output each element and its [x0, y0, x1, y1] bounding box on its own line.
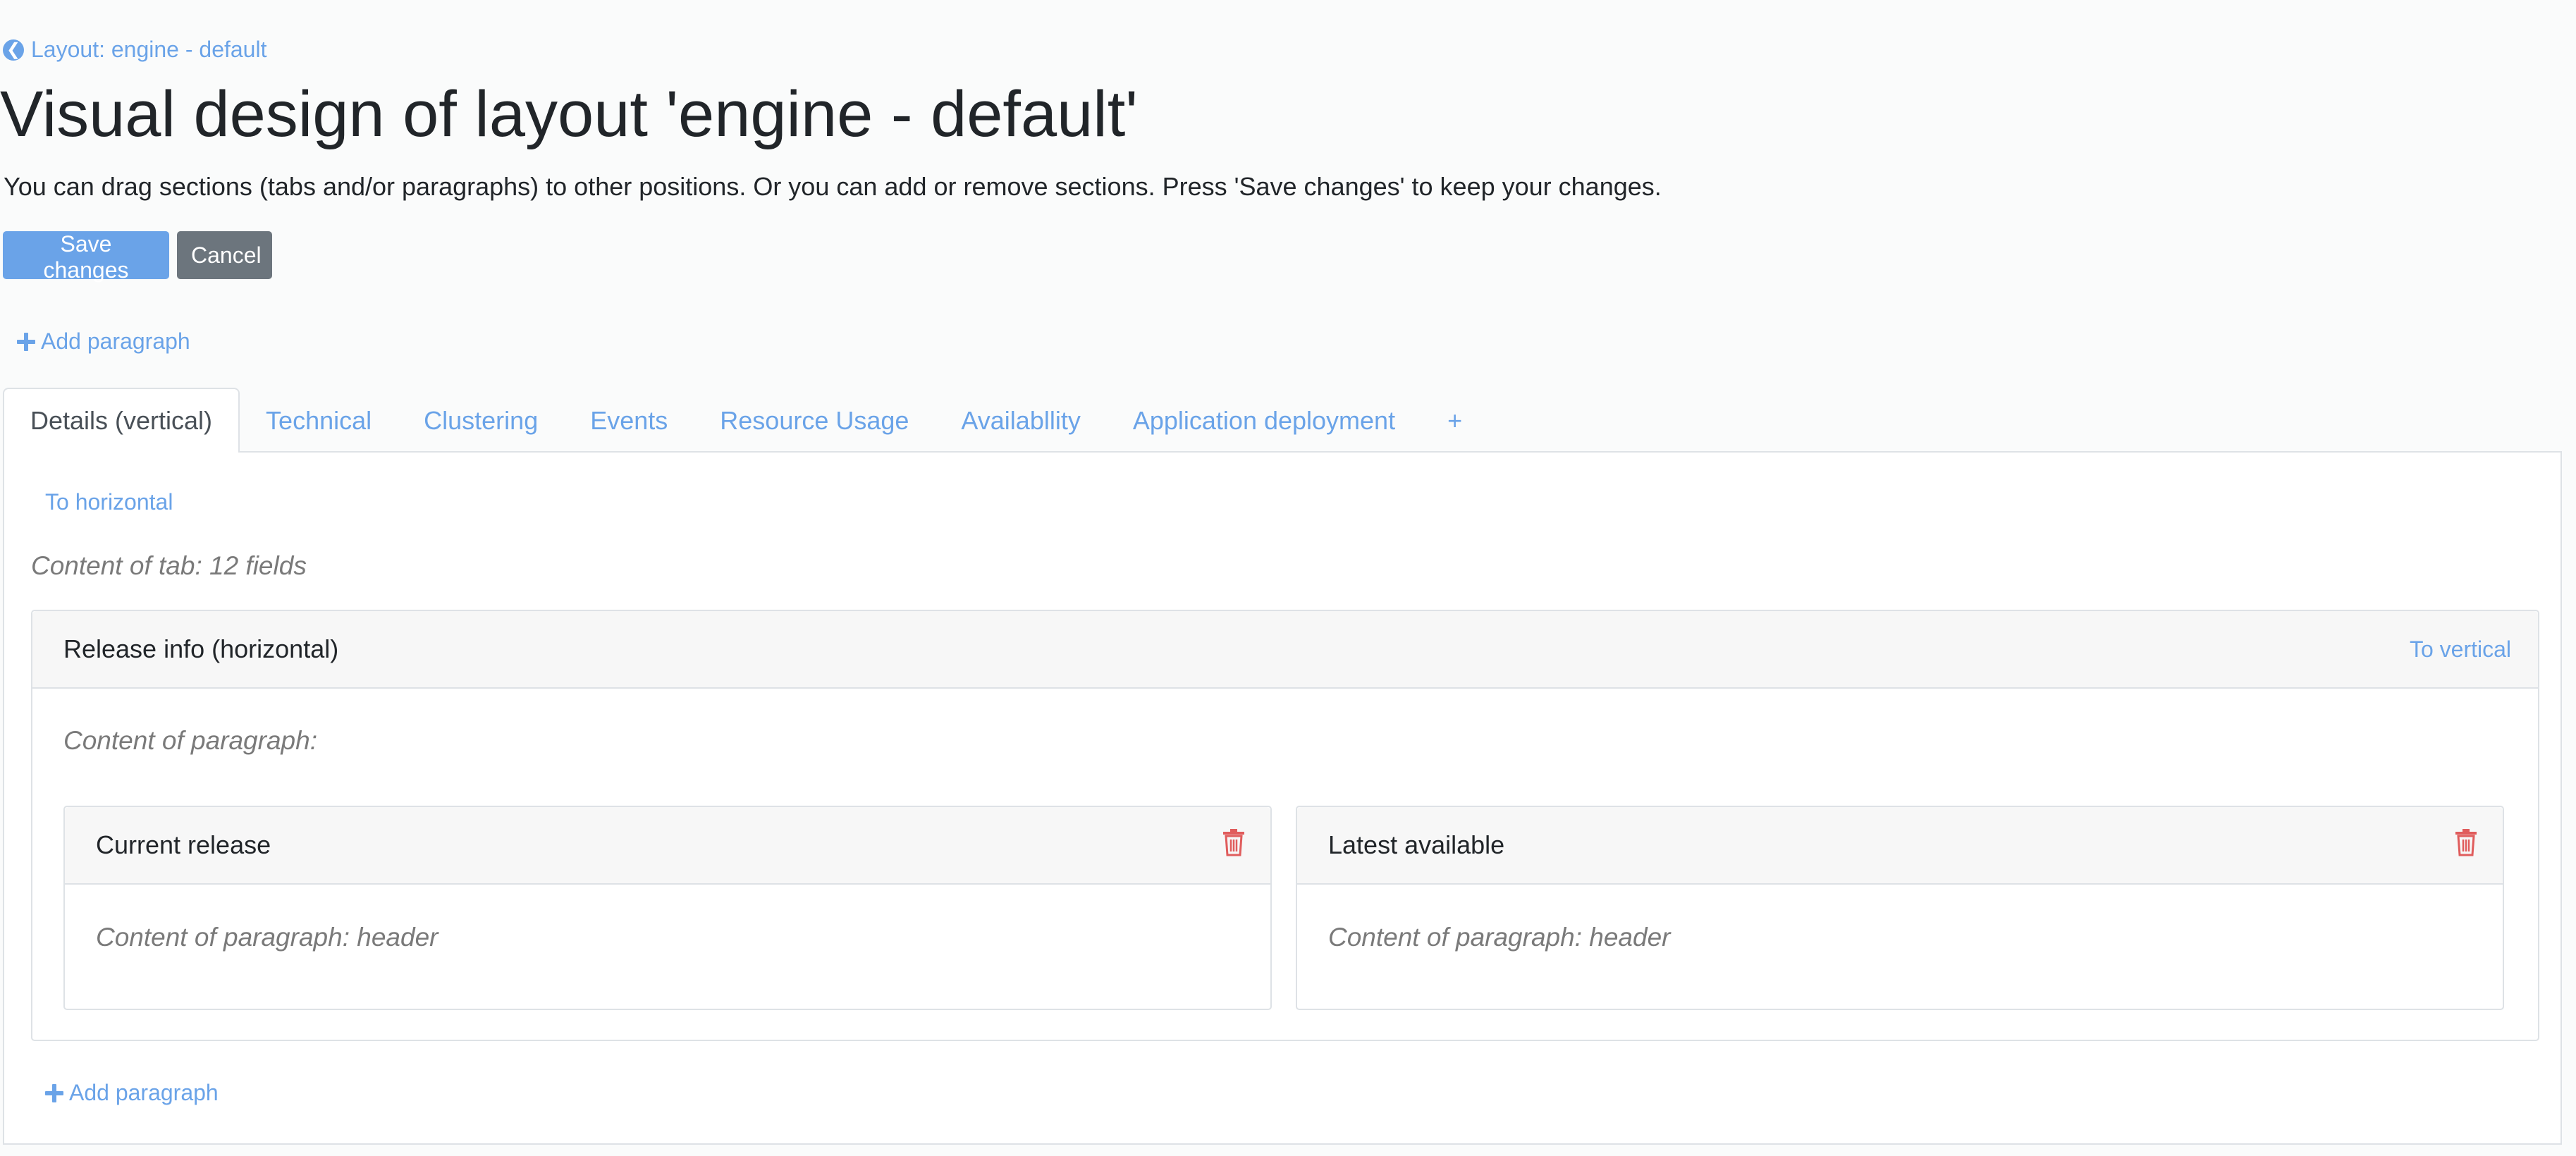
tab-resource-usage[interactable]: Resource Usage [694, 389, 935, 453]
add-paragraph-label: Add paragraph [69, 1080, 219, 1105]
back-link[interactable]: ❮ Layout: engine - default [3, 37, 266, 63]
tab-availability[interactable]: Availabllity [935, 389, 1106, 453]
paragraph-content-label: Content of paragraph: [63, 726, 317, 755]
to-vertical-link[interactable]: To vertical [2410, 611, 2511, 687]
subparagraph-title: Latest available [1328, 830, 1505, 859]
subparagraph-title: Current release [96, 830, 271, 859]
add-tab-button[interactable]: + [1421, 389, 1488, 453]
subparagraph-current-release[interactable]: Current release Content of paragraph: he… [63, 806, 1272, 1010]
tab-details-vertical[interactable]: Details (vertical) [3, 388, 240, 453]
subparagraph-content-label: Content of paragraph: header [1328, 923, 1671, 952]
cancel-button[interactable]: Cancel [177, 231, 272, 279]
add-paragraph-link-top[interactable]: Add paragraph [17, 328, 190, 355]
trash-icon[interactable] [1221, 828, 1246, 856]
paragraph-card-release-info[interactable]: Release info (horizontal) To vertical Co… [31, 610, 2539, 1041]
tab-technical[interactable]: Technical [240, 389, 398, 453]
to-horizontal-link[interactable]: To horizontal [45, 489, 173, 515]
tab-content-label: Content of tab: 12 fields [31, 551, 307, 580]
subparagraph-header: Latest available [1297, 807, 2503, 885]
layout-designer-page: ❮ Layout: engine - default Visual design… [0, 0, 2576, 1156]
save-changes-button[interactable]: Save changes [3, 231, 169, 283]
arrow-circle-left-icon: ❮ [3, 39, 24, 61]
subparagraph-content-label: Content of paragraph: header [96, 923, 438, 952]
tab-events[interactable]: Events [564, 389, 694, 453]
tab-panel: To horizontal Content of tab: 12 fields … [3, 451, 2562, 1145]
add-paragraph-link-bottom[interactable]: Add paragraph [45, 1080, 219, 1106]
back-link-label: Layout: engine - default [31, 37, 267, 62]
tab-clustering[interactable]: Clustering [398, 389, 564, 453]
tab-bar: Details (vertical) Technical Clustering … [3, 388, 1488, 453]
page-title: Visual design of layout 'engine - defaul… [0, 78, 1138, 150]
paragraph-title: Release info (horizontal) [63, 634, 339, 663]
plus-icon [45, 1083, 63, 1102]
intro-text: You can drag sections (tabs and/or parag… [4, 172, 1662, 201]
subparagraph-latest-available[interactable]: Latest available Content of paragraph: h… [1296, 806, 2504, 1010]
trash-icon[interactable] [2453, 828, 2479, 856]
paragraph-header: Release info (horizontal) To vertical [32, 611, 2538, 689]
plus-icon [17, 332, 35, 351]
tab-application-deployment[interactable]: Application deployment [1107, 389, 1421, 453]
subparagraph-header: Current release [65, 807, 1270, 885]
add-paragraph-label: Add paragraph [41, 328, 190, 354]
